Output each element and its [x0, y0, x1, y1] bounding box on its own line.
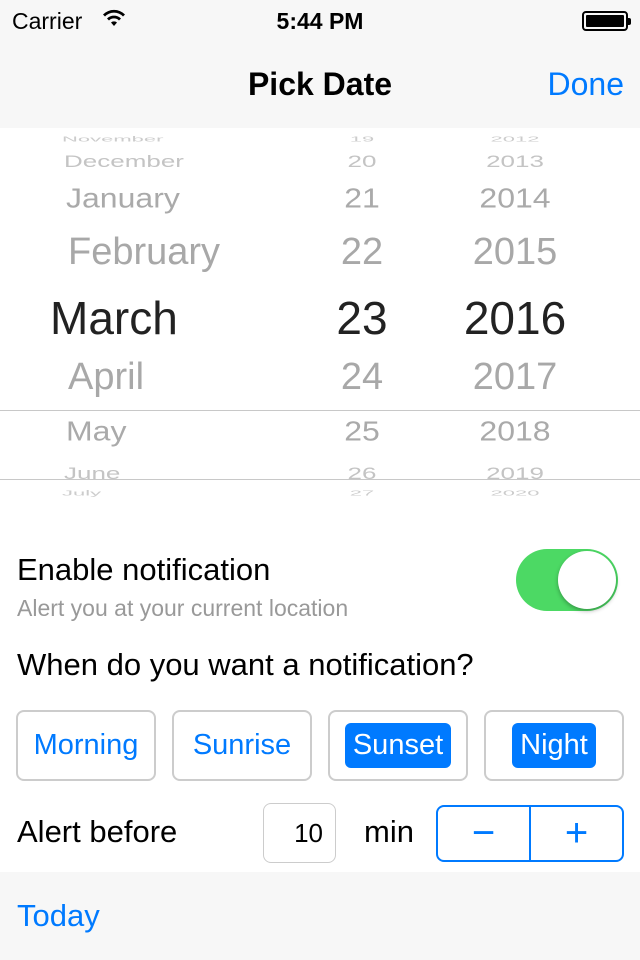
notification-toggle[interactable]	[516, 549, 618, 611]
option-label: Sunset	[344, 723, 452, 768]
day-option[interactable]: 25	[320, 415, 404, 448]
year-option[interactable]: 2013	[440, 151, 590, 171]
navigation-bar: Pick Date Done	[0, 40, 640, 128]
month-option[interactable]: January	[66, 182, 180, 215]
year-option[interactable]: 2020	[440, 488, 590, 497]
month-option[interactable]: April	[68, 356, 144, 399]
year-option[interactable]: 2014	[440, 182, 590, 215]
time-option-morning[interactable]: Morning	[16, 710, 156, 781]
decrement-button[interactable]: −	[438, 807, 531, 860]
day-option[interactable]: 26	[320, 463, 404, 483]
unit-label: min	[364, 814, 414, 849]
day-option[interactable]: 24	[320, 356, 404, 399]
today-button[interactable]: Today	[17, 898, 100, 934]
year-option[interactable]: 2017	[440, 356, 590, 399]
notification-label: Enable notification	[17, 552, 271, 587]
status-bar: Carrier 5:44 PM	[0, 0, 640, 40]
year-option[interactable]: 2018	[440, 415, 590, 448]
done-button[interactable]: Done	[548, 66, 625, 103]
month-option[interactable]: February	[68, 231, 220, 274]
increment-button[interactable]: +	[531, 807, 622, 860]
option-label: Night	[512, 723, 596, 768]
notification-sublabel: Alert you at your current location	[17, 595, 349, 621]
page-title: Pick Date	[247, 66, 393, 102]
day-option[interactable]: 20	[320, 151, 404, 171]
year-option[interactable]: 2016	[440, 291, 590, 345]
date-picker[interactable]: November December January February March Apri…	[0, 128, 640, 498]
month-option[interactable]: June	[64, 463, 120, 483]
minutes-stepper[interactable]: − +	[436, 805, 624, 862]
option-label: Morning	[33, 729, 139, 761]
bottom-toolbar: Today	[0, 872, 640, 960]
battery-icon	[582, 11, 631, 31]
month-wheel[interactable]: November December January February March Apri…	[50, 128, 300, 498]
day-option[interactable]: 27	[320, 488, 404, 497]
time-option-sunrise[interactable]: Sunrise	[172, 710, 312, 781]
time-option-night[interactable]: Night	[484, 710, 624, 781]
option-label: Sunrise	[192, 729, 292, 761]
month-option[interactable]: March	[50, 291, 178, 345]
year-wheel[interactable]: 2012 2013 2014 2015 2016 2017 2018 2019 2020	[440, 128, 590, 498]
time-option-sunset[interactable]: Sunset	[328, 710, 468, 781]
year-option[interactable]: 2015	[440, 231, 590, 274]
alert-before-label: Alert before	[17, 814, 178, 849]
day-option[interactable]: 22	[320, 231, 404, 274]
question-label: When do you want a notification?	[17, 647, 474, 682]
clock: 5:44 PM	[276, 8, 364, 34]
toggle-knob	[558, 551, 616, 609]
day-option[interactable]: 21	[320, 182, 404, 215]
day-wheel[interactable]: 19 20 21 22 23 24 25 26 27	[320, 128, 404, 498]
year-option[interactable]: 2019	[440, 463, 590, 483]
alert-minutes-field[interactable]: 10	[263, 803, 336, 863]
month-option[interactable]: July	[62, 488, 101, 497]
day-option[interactable]: 19	[320, 134, 404, 143]
day-option[interactable]: 23	[320, 291, 404, 345]
year-option[interactable]: 2012	[440, 134, 590, 143]
month-option[interactable]: November	[62, 134, 163, 143]
month-option[interactable]: May	[66, 415, 126, 448]
month-option[interactable]: December	[64, 151, 184, 171]
